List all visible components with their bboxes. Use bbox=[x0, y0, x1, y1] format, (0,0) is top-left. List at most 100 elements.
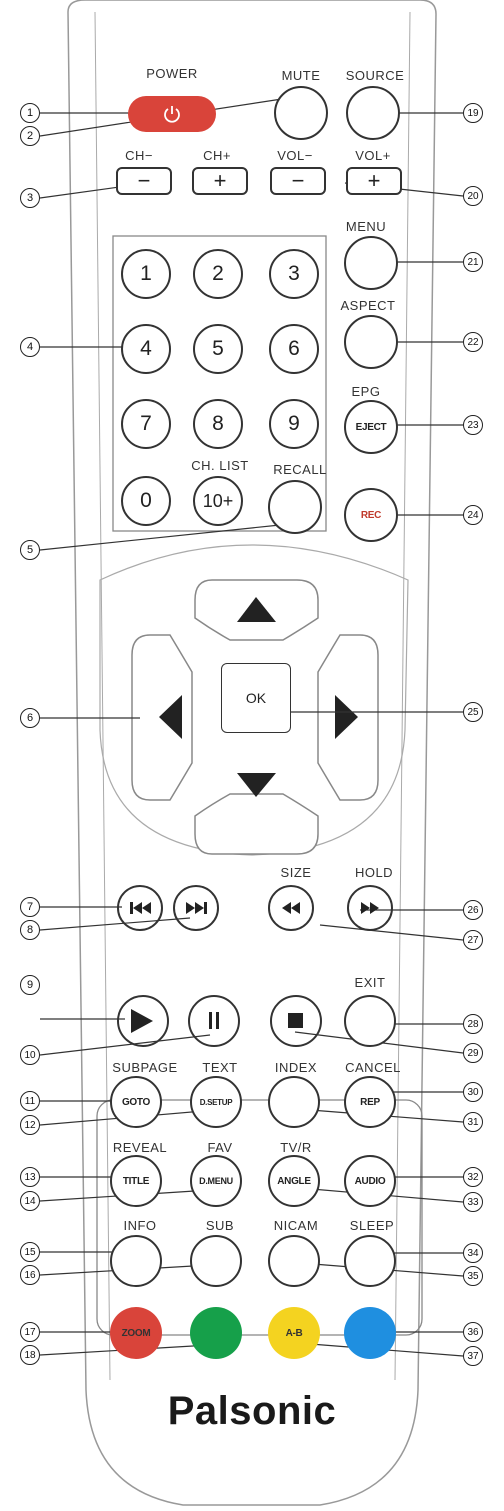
callout-37: 37 bbox=[463, 1346, 483, 1366]
fast-forward-button[interactable] bbox=[347, 885, 393, 931]
a-b-button[interactable]: A-B bbox=[268, 1307, 320, 1359]
prev-track-button[interactable] bbox=[117, 885, 163, 931]
size-label: SIZE bbox=[280, 865, 312, 880]
callout-34: 34 bbox=[463, 1243, 483, 1263]
vol-plus-label: VOL+ bbox=[355, 148, 391, 163]
callout-1: 1 bbox=[20, 103, 40, 123]
ch-plus-button[interactable]: + bbox=[192, 167, 248, 195]
num-3-button[interactable]: 3 bbox=[269, 249, 319, 299]
eject-button[interactable]: EJECT bbox=[344, 400, 398, 454]
index-button[interactable] bbox=[268, 1076, 320, 1128]
callout-31: 31 bbox=[463, 1112, 483, 1132]
num-9-button[interactable]: 9 bbox=[269, 399, 319, 449]
left-arrow-button[interactable] bbox=[132, 635, 192, 800]
ch-minus-button[interactable]: − bbox=[116, 167, 172, 195]
aspect-label: ASPECT bbox=[340, 298, 396, 313]
callout-21: 21 bbox=[463, 252, 483, 272]
text-label: TEXT bbox=[202, 1060, 238, 1075]
blue-button[interactable] bbox=[344, 1307, 396, 1359]
callout-29: 29 bbox=[463, 1043, 483, 1063]
callout-3: 3 bbox=[20, 188, 40, 208]
num-2-button[interactable]: 2 bbox=[193, 249, 243, 299]
audio-button[interactable]: AUDIO bbox=[344, 1155, 396, 1207]
menu-button[interactable] bbox=[344, 236, 398, 290]
power-button[interactable] bbox=[128, 96, 216, 132]
fav-label: FAV bbox=[207, 1140, 233, 1155]
sub-button[interactable] bbox=[190, 1235, 242, 1287]
info-label: INFO bbox=[123, 1218, 157, 1233]
recall-button[interactable] bbox=[268, 480, 322, 534]
source-label: SOURCE bbox=[345, 68, 405, 83]
num-4-button[interactable]: 4 bbox=[121, 324, 171, 374]
pause-button[interactable] bbox=[188, 995, 240, 1047]
callout-19: 19 bbox=[463, 103, 483, 123]
power-icon bbox=[164, 106, 180, 123]
hold-label: HOLD bbox=[354, 865, 394, 880]
rec-button[interactable]: REC bbox=[344, 488, 398, 542]
remote-diagram: POWER MUTE SOURCE CH− CH+ VOL− VOL+ MENU… bbox=[0, 0, 504, 1511]
vol-plus-button[interactable]: + bbox=[346, 167, 402, 195]
play-button[interactable] bbox=[117, 995, 169, 1047]
brand-logo: Palsonic bbox=[167, 1389, 337, 1433]
title-button[interactable]: TITLE bbox=[110, 1155, 162, 1207]
callout-30: 30 bbox=[463, 1082, 483, 1102]
menu-label: MENU bbox=[345, 219, 387, 234]
callout-2: 2 bbox=[20, 126, 40, 146]
num-8-button[interactable]: 8 bbox=[193, 399, 243, 449]
d-menu-button[interactable]: D.MENU bbox=[190, 1155, 242, 1207]
info-button[interactable] bbox=[110, 1235, 162, 1287]
index-label: INDEX bbox=[274, 1060, 318, 1075]
callout-11: 11 bbox=[20, 1091, 40, 1111]
subpage-label: SUBPAGE bbox=[112, 1060, 178, 1075]
recall-label: RECALL bbox=[273, 462, 327, 477]
callout-20: 20 bbox=[463, 186, 483, 206]
vol-minus-button[interactable]: − bbox=[270, 167, 326, 195]
ch-minus-label: CH− bbox=[125, 148, 153, 163]
down-arrow-button[interactable] bbox=[195, 794, 318, 854]
next-track-button[interactable] bbox=[173, 885, 219, 931]
green-button[interactable] bbox=[190, 1307, 242, 1359]
callout-23: 23 bbox=[463, 415, 483, 435]
stop-button[interactable] bbox=[270, 995, 322, 1047]
callout-16: 16 bbox=[20, 1265, 40, 1285]
d-setup-button[interactable]: D.SETUP bbox=[190, 1076, 242, 1128]
callout-10: 10 bbox=[20, 1045, 40, 1065]
num-1-button[interactable]: 1 bbox=[121, 249, 171, 299]
callout-12: 12 bbox=[20, 1115, 40, 1135]
num-7-button[interactable]: 7 bbox=[121, 399, 171, 449]
nicam-button[interactable] bbox=[268, 1235, 320, 1287]
rewind-button[interactable] bbox=[268, 885, 314, 931]
tv-r-label: TV/R bbox=[280, 1140, 312, 1155]
callout-9: 9 bbox=[20, 975, 40, 995]
aspect-button[interactable] bbox=[344, 315, 398, 369]
right-arrow-button[interactable] bbox=[318, 635, 378, 800]
sleep-button[interactable] bbox=[344, 1235, 396, 1287]
source-button[interactable] bbox=[346, 86, 400, 140]
exit-label: EXIT bbox=[354, 975, 386, 990]
ok-button[interactable]: OK bbox=[221, 663, 291, 733]
up-arrow-button[interactable] bbox=[195, 580, 318, 640]
callout-8: 8 bbox=[20, 920, 40, 940]
num-6-button[interactable]: 6 bbox=[269, 324, 319, 374]
goto-button[interactable]: GOTO bbox=[110, 1076, 162, 1128]
zoom-button[interactable]: ZOOM bbox=[110, 1307, 162, 1359]
callout-36: 36 bbox=[463, 1322, 483, 1342]
num-0-button[interactable]: 0 bbox=[121, 476, 171, 526]
callout-24: 24 bbox=[463, 505, 483, 525]
callout-25: 25 bbox=[463, 702, 483, 722]
callout-6: 6 bbox=[20, 708, 40, 728]
mute-button[interactable] bbox=[274, 86, 328, 140]
callout-26: 26 bbox=[463, 900, 483, 920]
rep-button[interactable]: REP bbox=[344, 1076, 396, 1128]
num-5-button[interactable]: 5 bbox=[193, 324, 243, 374]
callout-22: 22 bbox=[463, 332, 483, 352]
callout-32: 32 bbox=[463, 1167, 483, 1187]
num-10-plus-button[interactable]: 10+ bbox=[193, 476, 243, 526]
power-label: POWER bbox=[146, 66, 198, 81]
ch-list-label: CH. LIST bbox=[191, 458, 249, 473]
sleep-label: SLEEP bbox=[349, 1218, 395, 1233]
callout-18: 18 bbox=[20, 1345, 40, 1365]
angle-button[interactable]: ANGLE bbox=[268, 1155, 320, 1207]
exit-button[interactable] bbox=[344, 995, 396, 1047]
callout-15: 15 bbox=[20, 1242, 40, 1262]
